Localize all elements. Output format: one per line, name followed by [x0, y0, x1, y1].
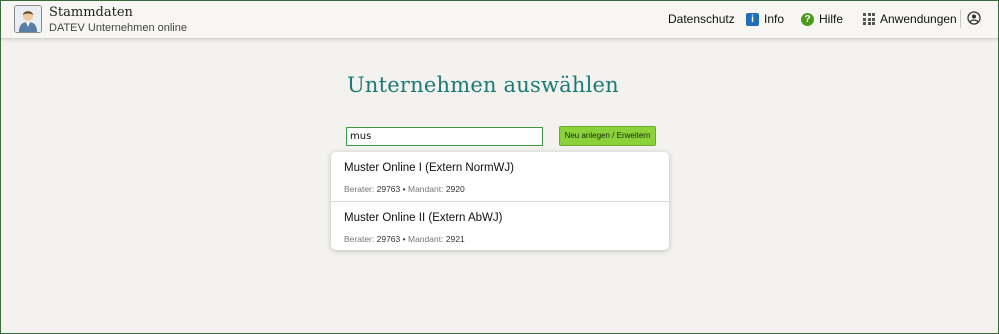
result-mandant-value: 2921	[445, 234, 465, 244]
app-subtitle: DATEV Unternehmen online	[49, 22, 187, 34]
result-berater-label: Berater:	[344, 234, 375, 244]
help-icon: ?	[801, 12, 814, 26]
result-mandant-label: Mandant:	[408, 184, 444, 194]
result-separator: •	[402, 184, 406, 194]
result-berater-value: 29763	[376, 234, 401, 244]
search-result-item[interactable]: Muster Online I (Extern NormWJ) Berater:…	[331, 152, 669, 201]
result-meta: Berater: 29763 • Mandant: 2920	[344, 184, 465, 194]
header-divider	[960, 10, 961, 28]
nav-info[interactable]: i Info	[746, 12, 784, 26]
apps-grid-icon	[863, 13, 875, 25]
nav-anwendungen-label: Anwendungen	[880, 12, 957, 26]
nav-hilfe-label: Hilfe	[819, 12, 844, 26]
result-separator: •	[402, 234, 406, 244]
app-header: Stammdaten DATEV Unternehmen online Date…	[0, 0, 999, 39]
nav-hilfe[interactable]: ? Hilfe	[801, 12, 843, 26]
result-mandant-value: 2920	[445, 184, 465, 194]
nav-datenschutz-label: Datenschutz	[668, 12, 735, 26]
result-mandant-label: Mandant:	[408, 234, 444, 244]
result-berater-value: 29763	[376, 184, 401, 194]
user-account-icon[interactable]	[967, 11, 981, 25]
new-create-extend-button[interactable]: Neu anlegen / Erweitern	[559, 126, 656, 146]
nav-anwendungen[interactable]: Anwendungen	[863, 12, 957, 26]
nav-info-label: Info	[764, 12, 785, 26]
result-company-name: Muster Online II (Extern AbWJ)	[344, 212, 503, 224]
search-results-dropdown: Muster Online I (Extern NormWJ) Berater:…	[331, 152, 669, 250]
user-avatar-icon[interactable]	[14, 5, 42, 33]
result-meta: Berater: 29763 • Mandant: 2921	[344, 234, 465, 244]
result-berater-label: Berater:	[344, 184, 375, 194]
info-icon: i	[746, 12, 759, 26]
nav-datenschutz[interactable]: Datenschutz	[668, 12, 735, 26]
app-title: Stammdaten	[49, 5, 133, 20]
company-search-input[interactable]	[346, 127, 543, 146]
page-title: Unternehmen auswählen	[347, 73, 619, 97]
search-result-item[interactable]: Muster Online II (Extern AbWJ) Berater: …	[331, 201, 669, 250]
result-company-name: Muster Online I (Extern NormWJ)	[344, 162, 514, 174]
